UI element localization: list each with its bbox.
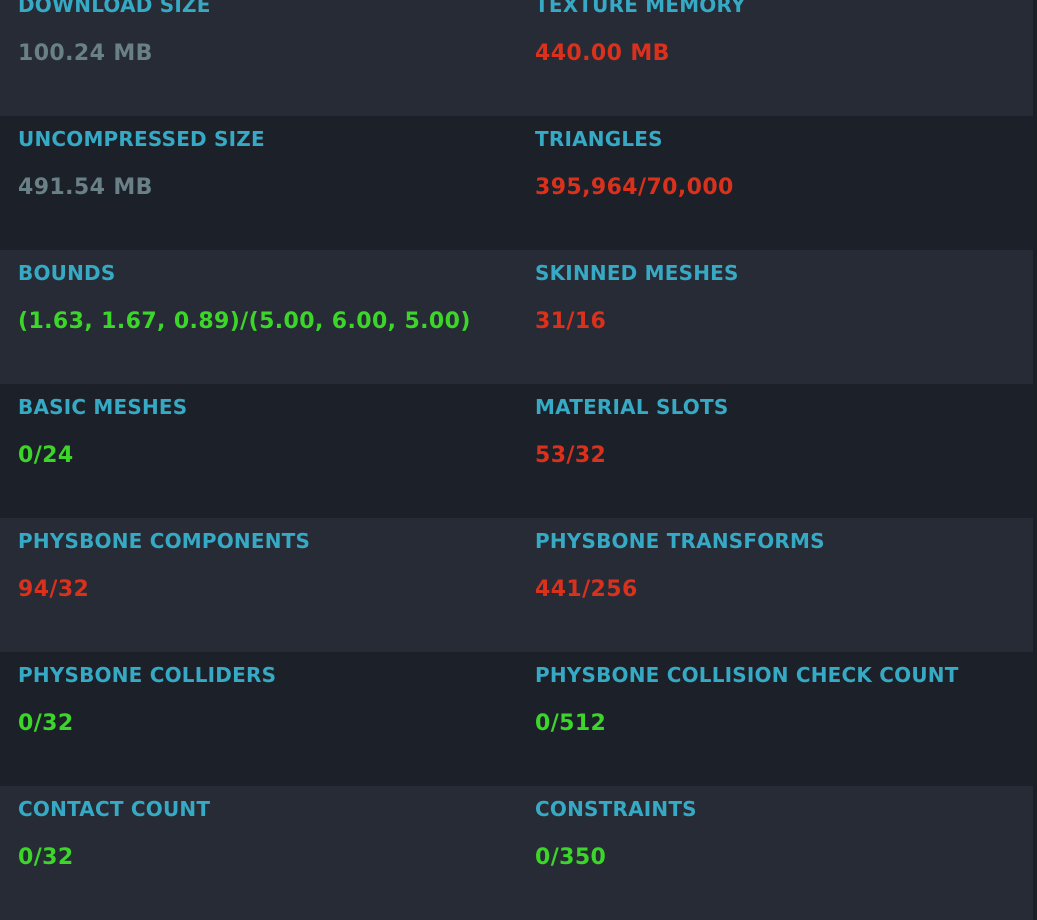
stat-physbone-components: PHYSBONE COMPONENTS 94/32 bbox=[18, 518, 518, 652]
stat-triangles: TRIANGLES 395,964/70,000 bbox=[535, 116, 1030, 250]
stat-physbone-colliders: PHYSBONE COLLIDERS 0/32 bbox=[18, 652, 518, 786]
stat-basic-meshes: BASIC MESHES 0/24 bbox=[18, 384, 518, 518]
performance-stats-panel: DOWNLOAD SIZE 100.24 MB TEXTURE MEMORY 4… bbox=[0, 0, 1037, 920]
stat-value: 0/512 bbox=[535, 711, 607, 736]
stat-row-physbone-colliders-checks: PHYSBONE COLLIDERS 0/32 PHYSBONE COLLISI… bbox=[0, 652, 1033, 786]
stat-label: PHYSBONE COLLIDERS bbox=[18, 663, 277, 687]
stat-label: PHYSBONE COMPONENTS bbox=[18, 529, 311, 553]
stat-value: 395,964/70,000 bbox=[535, 175, 734, 200]
stat-label: PHYSBONE TRANSFORMS bbox=[535, 529, 825, 553]
stat-texture-memory: TEXTURE MEMORY 440.00 MB bbox=[535, 0, 1030, 116]
stat-label: SKINNED MESHES bbox=[535, 261, 739, 285]
stat-value: 94/32 bbox=[18, 577, 90, 602]
stat-row-download-texture: DOWNLOAD SIZE 100.24 MB TEXTURE MEMORY 4… bbox=[0, 0, 1033, 116]
stat-value: (1.63, 1.67, 0.89)/(5.00, 6.00, 5.00) bbox=[18, 309, 471, 334]
stat-row-contact-constraints: CONTACT COUNT 0/32 CONSTRAINTS 0/350 bbox=[0, 786, 1033, 920]
stat-download-size: DOWNLOAD SIZE 100.24 MB bbox=[18, 0, 518, 116]
stat-value: 0/32 bbox=[18, 711, 74, 736]
stat-value: 440.00 MB bbox=[535, 41, 670, 66]
stat-physbone-transforms: PHYSBONE TRANSFORMS 441/256 bbox=[535, 518, 1030, 652]
stat-value: 0/350 bbox=[535, 845, 607, 870]
stat-uncompressed-size: UNCOMPRESSED SIZE 491.54 MB bbox=[18, 116, 518, 250]
stat-label: PHYSBONE COLLISION CHECK COUNT bbox=[535, 663, 959, 687]
stat-label: TRIANGLES bbox=[535, 127, 663, 151]
stat-label: BOUNDS bbox=[18, 261, 116, 285]
stat-bounds: BOUNDS (1.63, 1.67, 0.89)/(5.00, 6.00, 5… bbox=[18, 250, 518, 384]
stat-label: TEXTURE MEMORY bbox=[535, 0, 746, 17]
stat-value: 441/256 bbox=[535, 577, 638, 602]
stat-label: DOWNLOAD SIZE bbox=[18, 0, 211, 17]
stat-value: 491.54 MB bbox=[18, 175, 153, 200]
stat-label: BASIC MESHES bbox=[18, 395, 188, 419]
stat-physbone-collision-check-count: PHYSBONE COLLISION CHECK COUNT 0/512 bbox=[535, 652, 1030, 786]
stat-material-slots: MATERIAL SLOTS 53/32 bbox=[535, 384, 1030, 518]
stat-value: 0/32 bbox=[18, 845, 74, 870]
stat-value: 53/32 bbox=[535, 443, 607, 468]
stat-row-basic-material: BASIC MESHES 0/24 MATERIAL SLOTS 53/32 bbox=[0, 384, 1033, 518]
stat-row-physbone-components-transforms: PHYSBONE COMPONENTS 94/32 PHYSBONE TRANS… bbox=[0, 518, 1033, 652]
stat-value: 0/24 bbox=[18, 443, 74, 468]
stat-label: MATERIAL SLOTS bbox=[535, 395, 729, 419]
stat-row-bounds-skinned: BOUNDS (1.63, 1.67, 0.89)/(5.00, 6.00, 5… bbox=[0, 250, 1033, 384]
stat-row-uncompressed-triangles: UNCOMPRESSED SIZE 491.54 MB TRIANGLES 39… bbox=[0, 116, 1033, 250]
stat-constraints: CONSTRAINTS 0/350 bbox=[535, 786, 1030, 920]
stat-skinned-meshes: SKINNED MESHES 31/16 bbox=[535, 250, 1030, 384]
stat-label: CONSTRAINTS bbox=[535, 797, 697, 821]
stat-label: CONTACT COUNT bbox=[18, 797, 211, 821]
stat-contact-count: CONTACT COUNT 0/32 bbox=[18, 786, 518, 920]
stat-value: 100.24 MB bbox=[18, 41, 153, 66]
stat-label: UNCOMPRESSED SIZE bbox=[18, 127, 265, 151]
stat-value: 31/16 bbox=[535, 309, 607, 334]
